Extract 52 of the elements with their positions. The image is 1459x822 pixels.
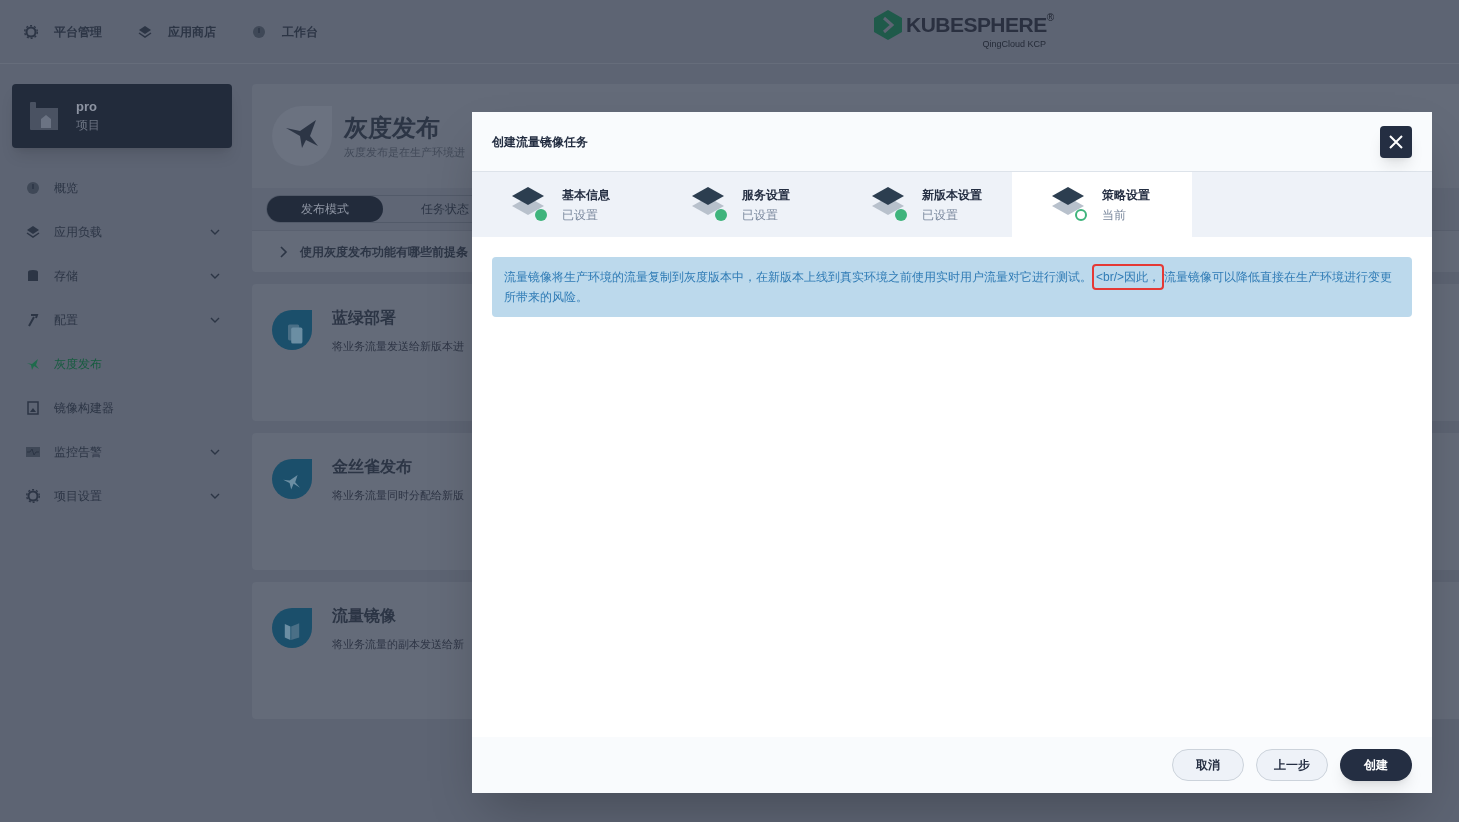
dialog-button[interactable]: 创建 <box>1340 749 1412 781</box>
card-title: 蓝绿部署 <box>332 308 397 328</box>
bird-icon <box>272 106 332 166</box>
card-title: 流量镜像 <box>332 606 397 626</box>
card-title: 金丝雀发布 <box>332 457 413 477</box>
chevron-down-icon[interactable] <box>210 317 220 323</box>
project-name: pro <box>76 98 98 116</box>
image-icon <box>26 401 40 415</box>
chevron-down-icon[interactable] <box>210 449 220 455</box>
page-title: 灰度发布 <box>344 112 441 143</box>
layers-icon <box>138 24 152 39</box>
step-status: 已设置 <box>562 206 599 224</box>
chevron-down-icon[interactable] <box>210 273 220 279</box>
step-title: 策略设置 <box>1102 186 1150 204</box>
step-status: 已设置 <box>742 206 779 224</box>
book-icon <box>272 608 312 648</box>
step-title: 服务设置 <box>742 186 790 204</box>
sidebar-item[interactable]: 灰度发布 <box>12 342 232 386</box>
wizard-step[interactable]: 服务设置 已设置 <box>652 172 832 237</box>
chevron-down-icon[interactable] <box>210 493 220 499</box>
info-notice: 流量镜像将生产环境的流量复制到灰度版本中，在新版本上线到真实环境之前使用实时用户流量对它进行测试。 <br/>因此， 流量镜像可以降低直接在生产环境进行变更所带来的风险。 <box>492 257 1412 317</box>
gauge-icon <box>252 24 266 39</box>
logo-icon <box>874 10 902 40</box>
gear-icon <box>24 24 38 39</box>
hammer-icon <box>26 313 40 327</box>
dialog-button[interactable]: 取消 <box>1172 749 1244 781</box>
registered-mark: ® <box>1046 11 1054 23</box>
bird-icon <box>272 459 312 499</box>
layers-icon <box>26 225 40 239</box>
close-button[interactable] <box>1380 125 1412 158</box>
documents-icon <box>272 310 312 350</box>
chevron-right-icon[interactable] <box>280 245 288 258</box>
project-icon <box>28 100 60 132</box>
pulse-icon <box>26 445 40 459</box>
wizard-step[interactable]: 策略设置 当前 <box>1012 172 1192 237</box>
project-card[interactable]: pro 项目 <box>12 84 232 148</box>
step-status: 已设置 <box>922 206 959 224</box>
dialog-button[interactable]: 上一步 <box>1256 749 1328 781</box>
wizard-step[interactable]: 基本信息 已设置 <box>472 172 652 237</box>
step-status: 当前 <box>1102 206 1127 224</box>
gear-icon <box>26 489 40 503</box>
close-icon <box>1389 134 1403 149</box>
wizard-step[interactable]: 新版本设置 已设置 <box>832 172 1012 237</box>
step-title: 新版本设置 <box>922 186 982 204</box>
gauge-icon <box>26 181 40 195</box>
step-title: 基本信息 <box>562 186 610 204</box>
chevron-down-icon[interactable] <box>210 229 220 235</box>
bird-icon <box>26 357 40 371</box>
modal-title: 创建流量镜像任务 <box>492 133 588 151</box>
database-icon <box>26 269 40 283</box>
project-type: 项目 <box>76 117 100 134</box>
tab[interactable]: 发布模式 <box>267 196 383 222</box>
